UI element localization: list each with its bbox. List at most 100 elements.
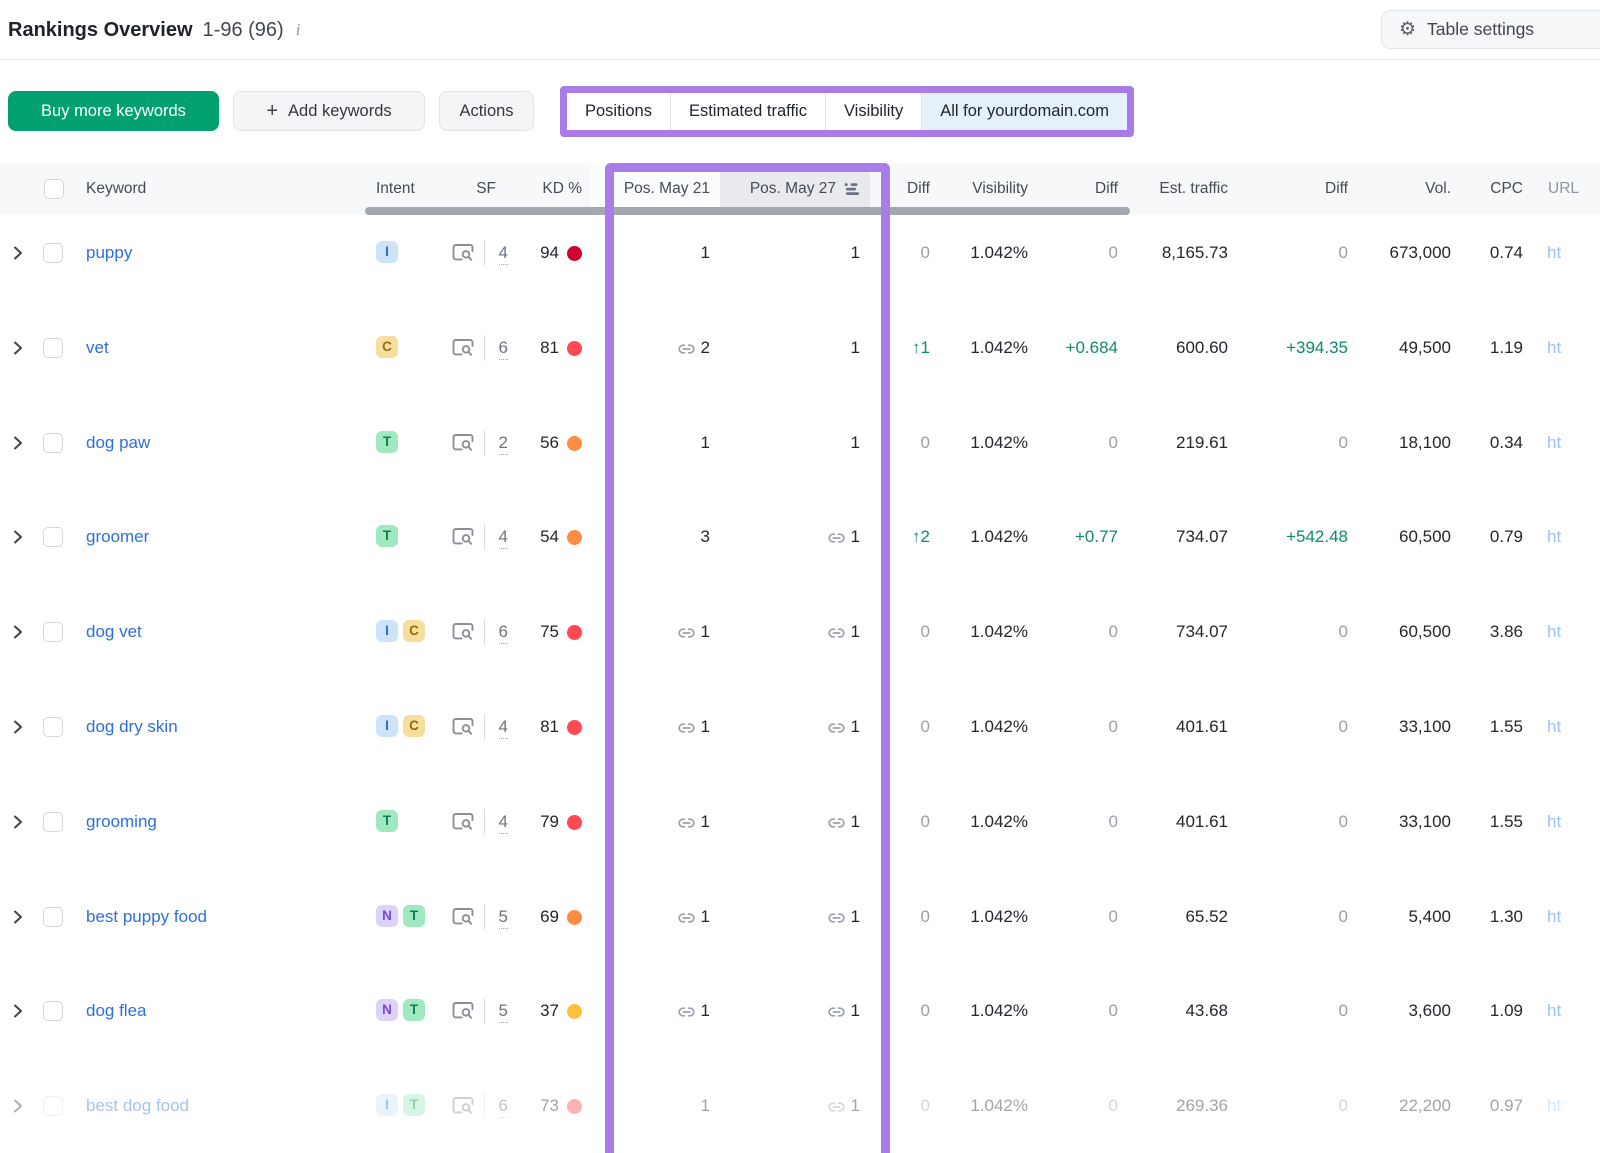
volume-value: 49,500: [1399, 336, 1451, 360]
est-traffic-value: 401.61: [1176, 715, 1228, 739]
info-icon[interactable]: i: [296, 20, 301, 40]
plus-icon: +: [266, 101, 278, 121]
tab-visibility[interactable]: Visibility: [826, 93, 922, 130]
row-expand-chevron-icon: [13, 436, 23, 450]
position-value: 1: [851, 715, 860, 739]
intent-badge-I: I: [376, 620, 398, 642]
url-link[interactable]: ht: [1547, 525, 1561, 549]
keyword-link[interactable]: groomer: [86, 525, 149, 549]
pos-may-27-cell: 1: [720, 1068, 870, 1153]
buy-more-keywords-button[interactable]: Buy more keywords: [8, 91, 219, 131]
serp-features-cell: 6: [440, 1068, 516, 1153]
row-expand-button[interactable]: [0, 784, 36, 879]
row-checkbox[interactable]: [36, 594, 72, 689]
serp-link-icon: [828, 818, 845, 828]
row-checkbox[interactable]: [36, 879, 72, 974]
row-checkbox[interactable]: [36, 973, 72, 1068]
intent-badge-T: T: [376, 431, 398, 453]
visibility-diff-value: 0: [1109, 1094, 1118, 1118]
url-cell: ht: [1527, 310, 1600, 405]
row-expand-button[interactable]: [0, 879, 36, 974]
pos-diff-cell: 0: [870, 405, 935, 500]
row-checkbox[interactable]: [36, 310, 72, 405]
url-link[interactable]: ht: [1547, 999, 1561, 1023]
actions-button[interactable]: Actions: [439, 91, 534, 131]
url-link[interactable]: ht: [1547, 715, 1561, 739]
kd-difficulty-dot: [567, 341, 582, 356]
url-link[interactable]: ht: [1547, 810, 1561, 834]
row-expand-button[interactable]: [0, 405, 36, 500]
table-row: dog vetIC6751101.042%0734.07060,5003.86h…: [0, 594, 1600, 689]
est-traffic-value: 401.61: [1176, 810, 1228, 834]
kd-cell: 81: [516, 310, 590, 405]
tab-positions[interactable]: Positions: [567, 93, 671, 130]
keyword-link[interactable]: grooming: [86, 810, 157, 834]
keyword-link[interactable]: puppy: [86, 241, 132, 265]
tab-estimated-traffic[interactable]: Estimated traffic: [671, 93, 826, 130]
visibility-diff-cell: 0: [1032, 973, 1122, 1068]
keyword-link[interactable]: vet: [86, 336, 109, 360]
row-checkbox[interactable]: [36, 405, 72, 500]
add-keywords-button[interactable]: + Add keywords: [233, 91, 425, 131]
serp-link-icon: [678, 1007, 695, 1017]
volume-value: 60,500: [1399, 525, 1451, 549]
column-header-url[interactable]: URL: [1527, 163, 1600, 215]
serp-features-count: 4: [485, 525, 508, 549]
column-header-cpc[interactable]: CPC: [1455, 163, 1527, 215]
column-header-est-traffic[interactable]: Est. traffic: [1122, 163, 1232, 215]
visibility-value: 1.042%: [970, 620, 1028, 644]
row-expand-button[interactable]: [0, 594, 36, 689]
tab-all-for-yourdomain[interactable]: All for yourdomain.com: [922, 93, 1127, 130]
est-traffic-value: 600.60: [1176, 336, 1228, 360]
table-settings-button[interactable]: ⚙ Table settings: [1381, 10, 1600, 49]
url-link[interactable]: ht: [1547, 905, 1561, 929]
serp-features-icon: [452, 527, 474, 546]
keyword-link[interactable]: dog paw: [86, 431, 150, 455]
cpc-value: 1.09: [1490, 999, 1523, 1023]
keyword-link[interactable]: best puppy food: [86, 905, 207, 929]
keyword-link[interactable]: best dog food: [86, 1094, 189, 1118]
serp-link-icon: [678, 913, 695, 923]
keyword-link[interactable]: dog dry skin: [86, 715, 178, 739]
row-checkbox[interactable]: [36, 784, 72, 879]
serp-features-count: 4: [485, 810, 508, 834]
traffic-diff-value: 0: [1339, 905, 1348, 929]
keyword-link[interactable]: dog vet: [86, 620, 142, 644]
intent-badge-T: T: [403, 999, 425, 1021]
row-expand-button[interactable]: [0, 310, 36, 405]
row-checkbox[interactable]: [36, 1068, 72, 1153]
kd-value: 79: [540, 810, 559, 834]
url-link[interactable]: ht: [1547, 336, 1561, 360]
row-expand-button[interactable]: [0, 689, 36, 784]
url-link[interactable]: ht: [1547, 620, 1561, 644]
column-header-volume[interactable]: Vol.: [1352, 163, 1455, 215]
pos-diff-cell: 0: [870, 594, 935, 689]
volume-cell: 49,500: [1352, 310, 1455, 405]
serp-features-cell: 4: [440, 499, 516, 594]
url-link[interactable]: ht: [1547, 241, 1561, 265]
column-header-traffic-diff[interactable]: Diff: [1232, 163, 1352, 215]
url-link[interactable]: ht: [1547, 1094, 1561, 1118]
row-expand-button[interactable]: [0, 1068, 36, 1153]
horizontal-scrollbar[interactable]: [365, 207, 1130, 215]
select-all-checkbox[interactable]: [36, 163, 72, 215]
row-expand-button[interactable]: [0, 215, 36, 310]
volume-value: 33,100: [1399, 715, 1451, 739]
visibility-cell: 1.042%: [935, 1068, 1032, 1153]
intent-badge-I: I: [376, 1094, 398, 1116]
row-checkbox[interactable]: [36, 499, 72, 594]
row-checkbox[interactable]: [36, 215, 72, 310]
visibility-cell: 1.042%: [935, 784, 1032, 879]
serp-features-icon: [452, 1096, 474, 1115]
row-expand-button[interactable]: [0, 973, 36, 1068]
cpc-cell: 1.09: [1455, 973, 1527, 1068]
traffic-diff-value: 0: [1339, 431, 1348, 455]
url-link[interactable]: ht: [1547, 431, 1561, 455]
traffic-diff-value: 0: [1339, 1094, 1348, 1118]
row-expand-button[interactable]: [0, 499, 36, 594]
column-header-keyword[interactable]: Keyword: [72, 163, 360, 215]
keyword-link[interactable]: dog flea: [86, 999, 147, 1023]
serp-features-count: 2: [485, 431, 508, 455]
row-checkbox[interactable]: [36, 689, 72, 784]
pos-diff-cell: 0: [870, 215, 935, 310]
